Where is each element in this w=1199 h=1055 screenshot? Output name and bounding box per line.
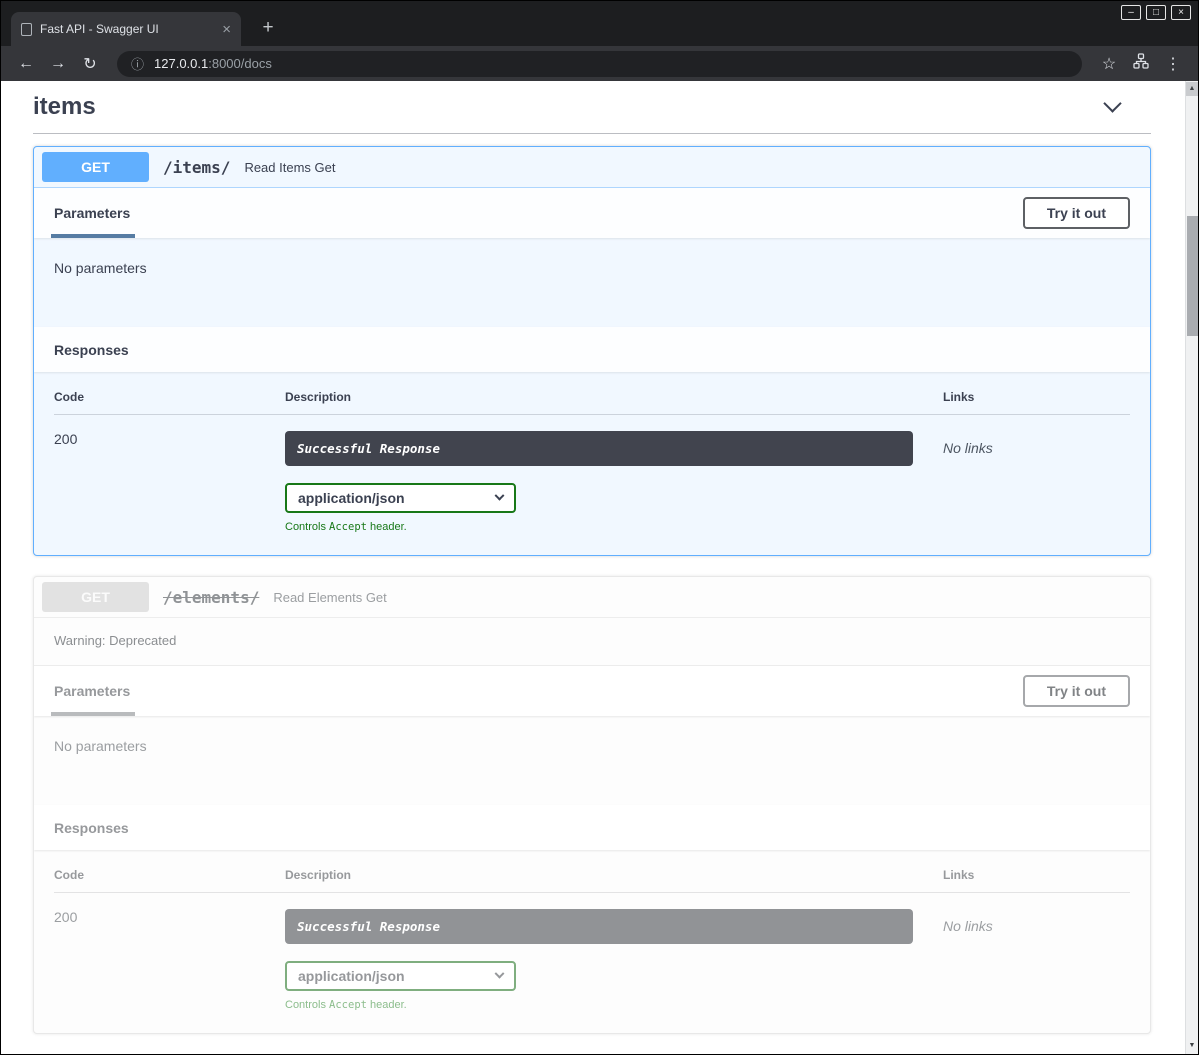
minimize-button[interactable]: –	[1121, 5, 1141, 20]
accept-note-suffix: header.	[367, 999, 407, 1011]
opblock-summary[interactable]: GET /elements/ Read Elements Get	[34, 577, 1150, 618]
page-content: items GET /items/ Read Items Get Paramet…	[1, 81, 1198, 1054]
chevron-down-icon[interactable]	[1103, 94, 1121, 112]
responses-header-row: Responses	[34, 805, 1150, 850]
url-host: 127.0.0.1	[154, 56, 208, 71]
accept-note-prefix: Controls	[285, 999, 329, 1011]
media-type-select[interactable]: application/json	[285, 961, 516, 991]
endpoint-summary: Read Elements Get	[273, 590, 386, 605]
links-column-header: Links	[943, 868, 1130, 882]
response-description: Successful Response	[285, 431, 913, 466]
code-column-header: Code	[54, 868, 285, 882]
accept-note-prefix: Controls	[285, 521, 329, 533]
response-description: Successful Response	[285, 909, 913, 944]
url-path: :8000/docs	[208, 56, 272, 71]
links-column-header: Links	[943, 390, 1130, 404]
parameters-body: No parameters	[34, 238, 1150, 327]
endpoint-path: /items/	[163, 158, 230, 177]
no-links-text: No links	[943, 909, 993, 934]
parameters-body: No parameters	[34, 716, 1150, 805]
parameters-header-row: Parameters Try it out	[34, 666, 1150, 716]
method-badge: GET	[42, 152, 149, 182]
response-row: 200 Successful Response application/json…	[54, 893, 1130, 1011]
responses-title: Responses	[54, 342, 129, 358]
reload-button[interactable]: ↻	[77, 54, 103, 74]
chevron-down-icon	[495, 968, 505, 978]
bookmark-star-icon[interactable]: ☆	[1096, 54, 1122, 74]
tag-section-header: items	[33, 89, 1151, 134]
browser-tab[interactable]: Fast API - Swagger UI ×	[11, 12, 241, 46]
responses-header-row: Responses	[34, 327, 1150, 372]
responses-table: Code Description Links 200 Successful Re…	[34, 850, 1150, 1033]
page-scrollbar[interactable]: ▲ ▼	[1185, 81, 1198, 1054]
swagger-ui: items GET /items/ Read Items Get Paramet…	[1, 81, 1185, 1034]
chevron-down-icon	[495, 490, 505, 500]
kebab-menu-icon[interactable]: ⋮	[1160, 54, 1186, 74]
responses-table-header: Code Description Links	[54, 868, 1130, 893]
description-column-header: Description	[285, 868, 943, 882]
status-code: 200	[54, 900, 77, 925]
no-parameters-text: No parameters	[54, 260, 147, 276]
scroll-down-icon[interactable]: ▼	[1186, 1039, 1198, 1053]
new-tab-button[interactable]: +	[255, 15, 281, 41]
opblock-get-elements-deprecated: GET /elements/ Read Elements Get Warning…	[33, 576, 1151, 1034]
status-code: 200	[54, 422, 77, 447]
description-column-header: Description	[285, 390, 943, 404]
endpoint-path: /elements/	[163, 588, 259, 607]
media-type-value: application/json	[298, 968, 405, 984]
opblock-get-items: GET /items/ Read Items Get Parameters Tr…	[33, 146, 1151, 556]
scrollbar-thumb[interactable]	[1187, 216, 1198, 336]
accept-note-suffix: header.	[367, 521, 407, 533]
parameters-header-row: Parameters Try it out	[34, 188, 1150, 238]
no-parameters-text: No parameters	[54, 738, 147, 754]
try-it-out-button[interactable]: Try it out	[1023, 675, 1130, 707]
code-column-header: Code	[54, 390, 285, 404]
accept-header-note: Controls Accept header.	[285, 521, 913, 533]
tab-close-icon[interactable]: ×	[222, 22, 231, 37]
parameters-tab[interactable]: Parameters	[54, 188, 130, 238]
media-type-select[interactable]: application/json	[285, 483, 516, 513]
parameters-tab[interactable]: Parameters	[54, 666, 130, 716]
media-type-value: application/json	[298, 490, 405, 506]
browser-toolbar: ← → ↻ ⓘ 127.0.0.1:8000/docs ☆ ⋮	[1, 46, 1198, 81]
response-row: 200 Successful Response application/json…	[54, 415, 1130, 533]
window-controls: – □ ×	[1121, 5, 1191, 20]
page-favicon-icon	[21, 23, 32, 36]
responses-table: Code Description Links 200 Successful Re…	[34, 372, 1150, 555]
back-button[interactable]: ←	[13, 55, 39, 73]
accept-note-code: Accept	[329, 999, 367, 1011]
tab-title: Fast API - Swagger UI	[40, 22, 214, 36]
scroll-up-icon[interactable]: ▲	[1186, 82, 1198, 96]
opblock-summary[interactable]: GET /items/ Read Items Get	[34, 147, 1150, 188]
close-button[interactable]: ×	[1171, 5, 1191, 20]
method-badge: GET	[42, 582, 149, 612]
browser-window: Fast API - Swagger UI × + – □ × ← → ↻ ⓘ …	[0, 0, 1199, 1055]
accept-header-note: Controls Accept header.	[285, 999, 913, 1011]
accept-note-code: Accept	[329, 521, 367, 533]
site-info-icon[interactable]: ⓘ	[131, 54, 144, 73]
tag-title[interactable]: items	[33, 93, 96, 121]
responses-title: Responses	[54, 820, 129, 836]
try-it-out-button[interactable]: Try it out	[1023, 197, 1130, 229]
no-links-text: No links	[943, 431, 993, 456]
sitemap-icon[interactable]	[1128, 53, 1154, 74]
maximize-button[interactable]: □	[1146, 5, 1166, 20]
forward-button[interactable]: →	[45, 55, 71, 73]
deprecated-warning: Warning: Deprecated	[34, 618, 1150, 666]
url-bar[interactable]: ⓘ 127.0.0.1:8000/docs	[117, 51, 1082, 77]
responses-table-header: Code Description Links	[54, 390, 1130, 415]
endpoint-summary: Read Items Get	[244, 160, 335, 175]
titlebar: Fast API - Swagger UI × + – □ ×	[1, 1, 1198, 46]
